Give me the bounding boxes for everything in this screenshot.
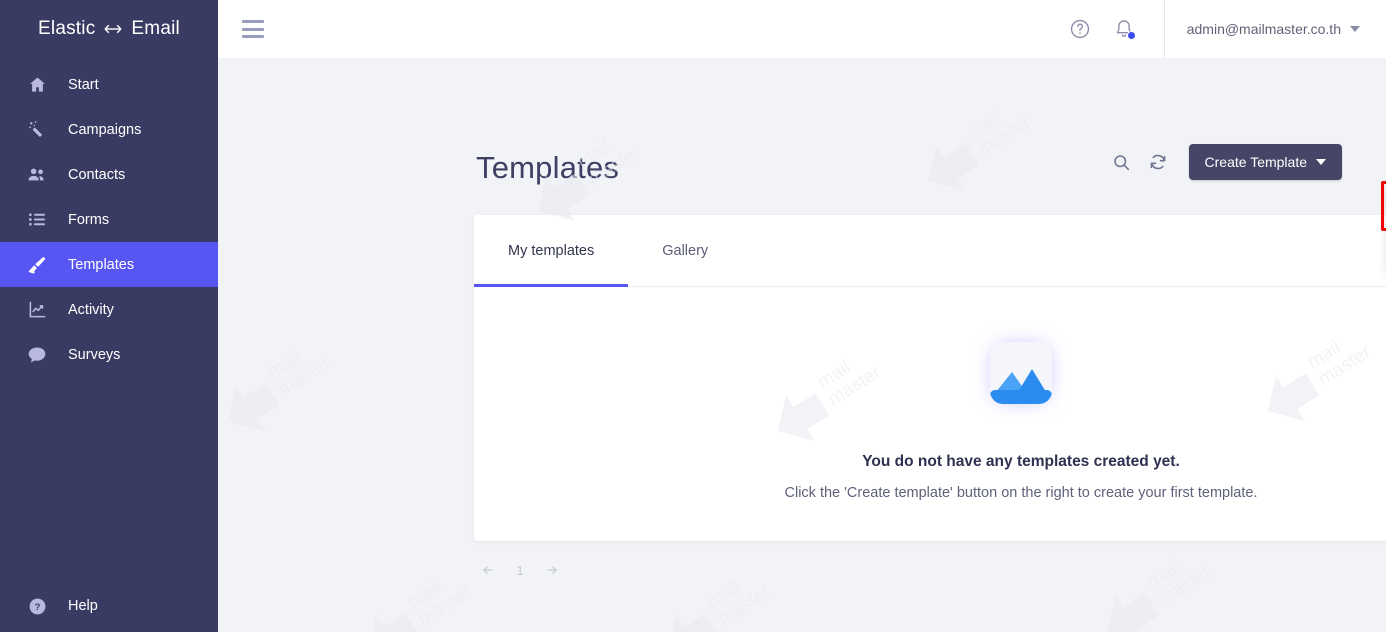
account-menu[interactable]: admin@mailmaster.co.th <box>1165 0 1386 58</box>
sidebar-item-forms[interactable]: Forms <box>0 197 218 242</box>
people-icon <box>26 164 48 186</box>
svg-text:mail: mail <box>264 347 305 383</box>
empty-state-title: You do not have any templates created ye… <box>862 453 1180 470</box>
help-icon[interactable] <box>1062 11 1098 47</box>
svg-text:?: ? <box>34 601 40 612</box>
topbar: admin@mailmaster.co.th <box>218 0 1386 58</box>
bell-icon[interactable] <box>1106 11 1142 47</box>
svg-text:master: master <box>974 111 1035 160</box>
watermark: mail master <box>630 527 815 632</box>
svg-text:master: master <box>714 581 775 630</box>
tab-bar: My templates Gallery <box>474 215 1386 287</box>
speech-bubble-icon <box>26 344 48 366</box>
sidebar-item-label: Contacts <box>68 166 126 183</box>
chart-line-icon <box>26 299 48 321</box>
sidebar-item-label: Forms <box>68 211 110 228</box>
sidebar: Elastic Email Start Campaigns Contacts F… <box>0 0 218 632</box>
sidebar-item-label: Surveys <box>68 346 121 363</box>
sidebar-item-campaigns[interactable]: Campaigns <box>0 107 218 152</box>
chevron-down-icon <box>1350 26 1360 32</box>
empty-state-subtitle: Click the 'Create template' button on th… <box>784 485 1258 501</box>
svg-text:mail: mail <box>964 107 1005 143</box>
svg-text:mail: mail <box>704 577 745 613</box>
account-email: admin@mailmaster.co.th <box>1186 21 1341 37</box>
home-icon <box>26 74 48 96</box>
tab-label: Gallery <box>662 242 709 259</box>
logo-text-left: Elastic <box>38 18 96 39</box>
sidebar-item-activity[interactable]: Activity <box>0 287 218 332</box>
page-actions: Create Template <box>1107 144 1342 180</box>
link-glyph-icon <box>102 23 124 35</box>
page-title: Templates <box>476 150 620 185</box>
tab-my-templates[interactable]: My templates <box>474 215 629 287</box>
question-circle-icon: ? <box>26 595 48 617</box>
sidebar-nav: Start Campaigns Contacts Forms Templates… <box>0 62 218 377</box>
svg-text:master: master <box>274 351 335 400</box>
sidebar-item-label: Campaigns <box>68 121 142 138</box>
main-area: admin@mailmaster.co.th mail master mail ma… <box>218 0 1386 632</box>
arrow-left-icon[interactable] <box>476 558 500 582</box>
content-area: mail master mail master mail master mail mas… <box>218 58 1386 632</box>
image-placeholder-glow <box>975 327 1067 419</box>
image-placeholder-icon <box>990 342 1052 404</box>
sidebar-item-label: Help <box>68 598 98 614</box>
app-logo[interactable]: Elastic Email <box>0 0 218 58</box>
list-icon <box>26 209 48 231</box>
chevron-down-icon <box>1316 159 1326 165</box>
magic-wand-icon <box>26 119 48 141</box>
svg-text:master: master <box>414 581 475 630</box>
sidebar-item-templates[interactable]: Templates <box>0 242 218 287</box>
watermark: mail master <box>890 58 1075 229</box>
svg-text:mail: mail <box>1144 557 1185 593</box>
empty-state: You do not have any templates created ye… <box>474 287 1386 541</box>
sidebar-item-start[interactable]: Start <box>0 62 218 107</box>
sidebar-item-surveys[interactable]: Surveys <box>0 332 218 377</box>
sidebar-item-label: Start <box>68 76 99 93</box>
arrow-right-icon[interactable] <box>540 558 564 582</box>
paintbrush-icon <box>26 254 48 276</box>
search-icon[interactable] <box>1107 147 1137 177</box>
hamburger-icon[interactable] <box>242 20 264 38</box>
templates-card: My templates Gallery You do not have any… <box>474 215 1386 541</box>
pagination-page-number[interactable]: 1 <box>508 558 532 582</box>
create-template-label: Create Template <box>1204 154 1307 170</box>
logo-text-right: Email <box>131 18 180 39</box>
create-template-button[interactable]: Create Template <box>1188 144 1342 180</box>
notification-badge <box>1126 31 1136 40</box>
svg-text:master: master <box>1154 561 1215 610</box>
sidebar-item-label: Activity <box>68 301 114 318</box>
watermark: mail master <box>218 297 376 470</box>
tab-gallery[interactable]: Gallery <box>628 215 742 286</box>
sidebar-item-contacts[interactable]: Contacts <box>0 152 218 197</box>
sidebar-item-help[interactable]: ? Help <box>0 580 218 632</box>
tab-label: My templates <box>508 242 595 259</box>
refresh-icon[interactable] <box>1143 147 1173 177</box>
app-root: Elastic Email Start Campaigns Contacts F… <box>0 0 1386 632</box>
pagination: 1 <box>476 558 564 582</box>
svg-text:mail: mail <box>404 577 445 613</box>
sidebar-item-label: Templates <box>68 256 135 273</box>
